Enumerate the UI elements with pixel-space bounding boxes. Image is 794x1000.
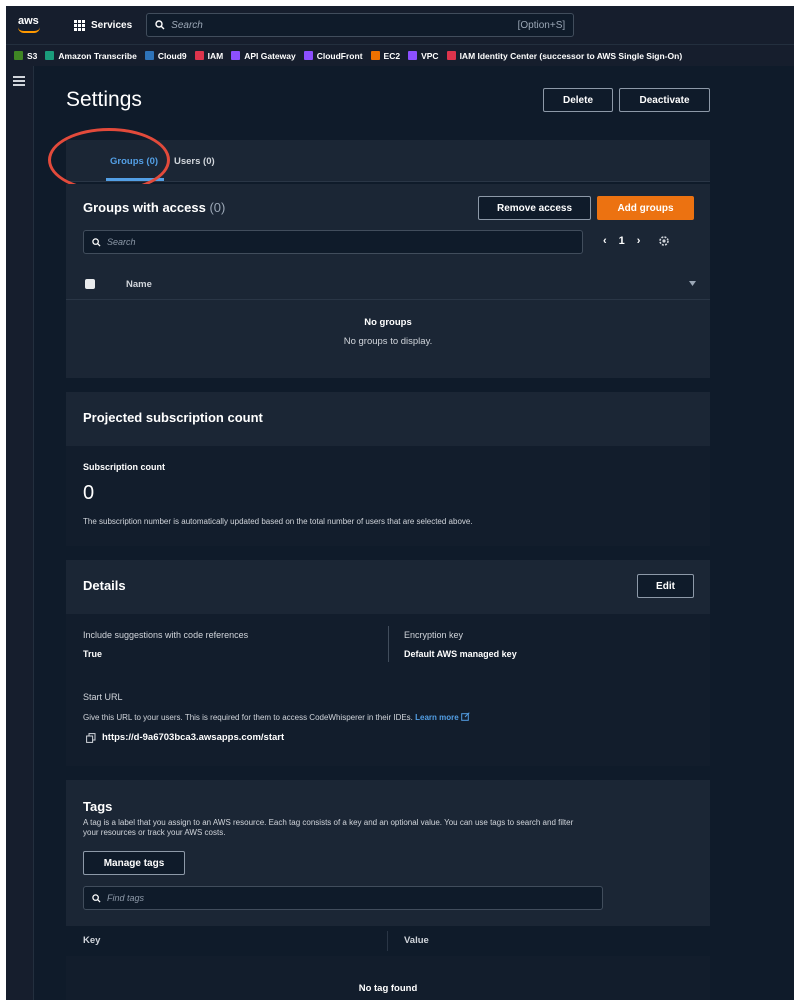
annotation-circle — [48, 128, 170, 192]
search-icon — [92, 893, 101, 903]
add-groups-button[interactable]: Add groups — [597, 196, 694, 220]
favorite-label: VPC — [421, 50, 439, 61]
copy-icon[interactable] — [86, 732, 96, 743]
service-icon — [231, 51, 241, 60]
favorite-label: IAM — [207, 50, 224, 61]
external-link-icon[interactable] — [461, 712, 470, 721]
search-icon — [92, 237, 101, 247]
global-search-input[interactable]: Search [Option+S] — [146, 13, 575, 37]
search-shortcut: [Option+S] — [517, 19, 566, 31]
details-title: Details — [83, 578, 126, 593]
aws-logo[interactable]: aws — [16, 15, 50, 35]
search-placeholder: Search — [171, 19, 203, 31]
edit-button[interactable]: Edit — [637, 574, 694, 598]
pagination: ‹ 1 › — [603, 235, 670, 247]
subscription-value: 0 — [83, 482, 95, 504]
manage-tags-button[interactable]: Manage tags — [83, 851, 185, 875]
service-icon — [194, 51, 204, 60]
left-rail — [6, 66, 34, 1000]
chevron-left-icon[interactable]: ‹ — [603, 235, 607, 247]
value-column-header[interactable]: Value — [404, 935, 429, 946]
service-icon — [408, 51, 418, 60]
favorite-item[interactable]: CloudFront — [303, 50, 363, 61]
favorite-item[interactable]: EC2 — [370, 50, 401, 61]
aws-smile-icon — [18, 27, 40, 33]
tags-title: Tags — [83, 799, 113, 814]
select-all-checkbox[interactable] — [85, 279, 95, 289]
favorite-item[interactable]: Cloud9 — [144, 50, 187, 61]
subscription-desc: The subscription number is automatically… — [83, 517, 473, 526]
tags-empty-title: No tag found — [358, 983, 418, 994]
groups-search-placeholder: Search — [107, 237, 136, 247]
favorite-label: Cloud9 — [157, 50, 187, 61]
favorite-item[interactable]: VPC — [408, 50, 439, 61]
favorite-item[interactable]: S3 — [14, 51, 37, 61]
favorite-label: IAM Identity Center (successor to AWS Si… — [459, 50, 683, 61]
gear-icon[interactable] — [658, 235, 670, 247]
learn-more-link[interactable]: Learn more — [415, 713, 459, 722]
groups-search-input[interactable]: Search — [83, 230, 583, 254]
menu-icon[interactable] — [13, 76, 25, 88]
tags-desc-line2: your resources or track your AWS costs. — [83, 828, 226, 837]
subscription-body — [66, 446, 710, 546]
column-divider — [387, 931, 388, 951]
tags-search-input[interactable]: Find tags — [83, 886, 603, 910]
service-icon — [370, 51, 380, 60]
details-divider — [388, 626, 389, 662]
start-url-row: https://d-9a6703bca3.awsapps.com/start — [86, 732, 284, 743]
encryption-value: Default AWS managed key — [404, 649, 517, 659]
chevron-right-icon[interactable]: › — [637, 235, 641, 247]
groups-empty-title: No groups — [364, 317, 412, 328]
sort-icon[interactable] — [689, 281, 696, 287]
favorite-item[interactable]: IAM Identity Center (successor to AWS Si… — [446, 50, 683, 61]
subscription-title: Projected subscription count — [83, 410, 263, 425]
grid-icon — [74, 19, 85, 31]
delete-button[interactable]: Delete — [543, 88, 613, 112]
service-icon — [14, 51, 23, 60]
top-nav: aws Services Search [Option+S] — [6, 6, 794, 44]
services-label: Services — [91, 19, 133, 31]
deactivate-button[interactable]: Deactivate — [619, 88, 710, 112]
table-divider — [66, 299, 710, 300]
start-url-desc: Give this URL to your users. This is req… — [83, 713, 413, 722]
favorite-label: S3 — [27, 50, 38, 61]
start-url-desc-row: Give this URL to your users. This is req… — [83, 712, 470, 722]
service-icon — [144, 51, 154, 60]
favorite-item[interactable]: IAM — [194, 50, 224, 61]
favorite-item[interactable]: API Gateway — [231, 51, 296, 61]
encryption-label: Encryption key — [404, 630, 464, 640]
search-icon — [155, 20, 165, 30]
start-url-label: Start URL — [83, 692, 123, 702]
aws-console-window: aws Services Search [Option+S] S3 Amazon … — [6, 6, 794, 1000]
aws-logo-text: aws — [18, 15, 39, 27]
page-title: Settings — [66, 88, 142, 111]
tags-desc-line1: A tag is a label that you assign to an A… — [83, 818, 574, 827]
start-url-value: https://d-9a6703bca3.awsapps.com/start — [102, 732, 285, 743]
suggestions-value: True — [83, 649, 103, 659]
favorites-bar: S3 Amazon Transcribe Cloud9 IAM API Gateway C… — [6, 44, 794, 66]
subscription-label: Subscription count — [83, 462, 165, 472]
key-column-header[interactable]: Key — [83, 935, 100, 946]
groups-empty-desc: No groups to display. — [343, 336, 433, 347]
name-column-header[interactable]: Name — [126, 279, 152, 290]
service-icon — [45, 51, 55, 60]
favorite-item[interactable]: Amazon Transcribe — [45, 50, 137, 61]
tags-search-placeholder: Find tags — [107, 893, 145, 903]
favorite-label: Amazon Transcribe — [58, 50, 137, 61]
details-header — [66, 560, 710, 614]
page-number[interactable]: 1 — [619, 235, 625, 247]
groups-title: Groups with access (0) — [83, 200, 226, 215]
service-icon — [446, 51, 456, 60]
remove-access-button[interactable]: Remove access — [478, 196, 591, 220]
suggestions-label: Include suggestions with code references — [83, 630, 249, 640]
favorite-label: CloudFront — [316, 50, 363, 61]
groups-table-header — [66, 268, 710, 300]
favorite-label: EC2 — [383, 50, 401, 61]
favorite-label: API Gateway — [244, 50, 296, 61]
service-icon — [303, 51, 313, 60]
tab-users[interactable]: Users (0) — [174, 156, 215, 167]
services-button[interactable]: Services — [74, 19, 133, 31]
